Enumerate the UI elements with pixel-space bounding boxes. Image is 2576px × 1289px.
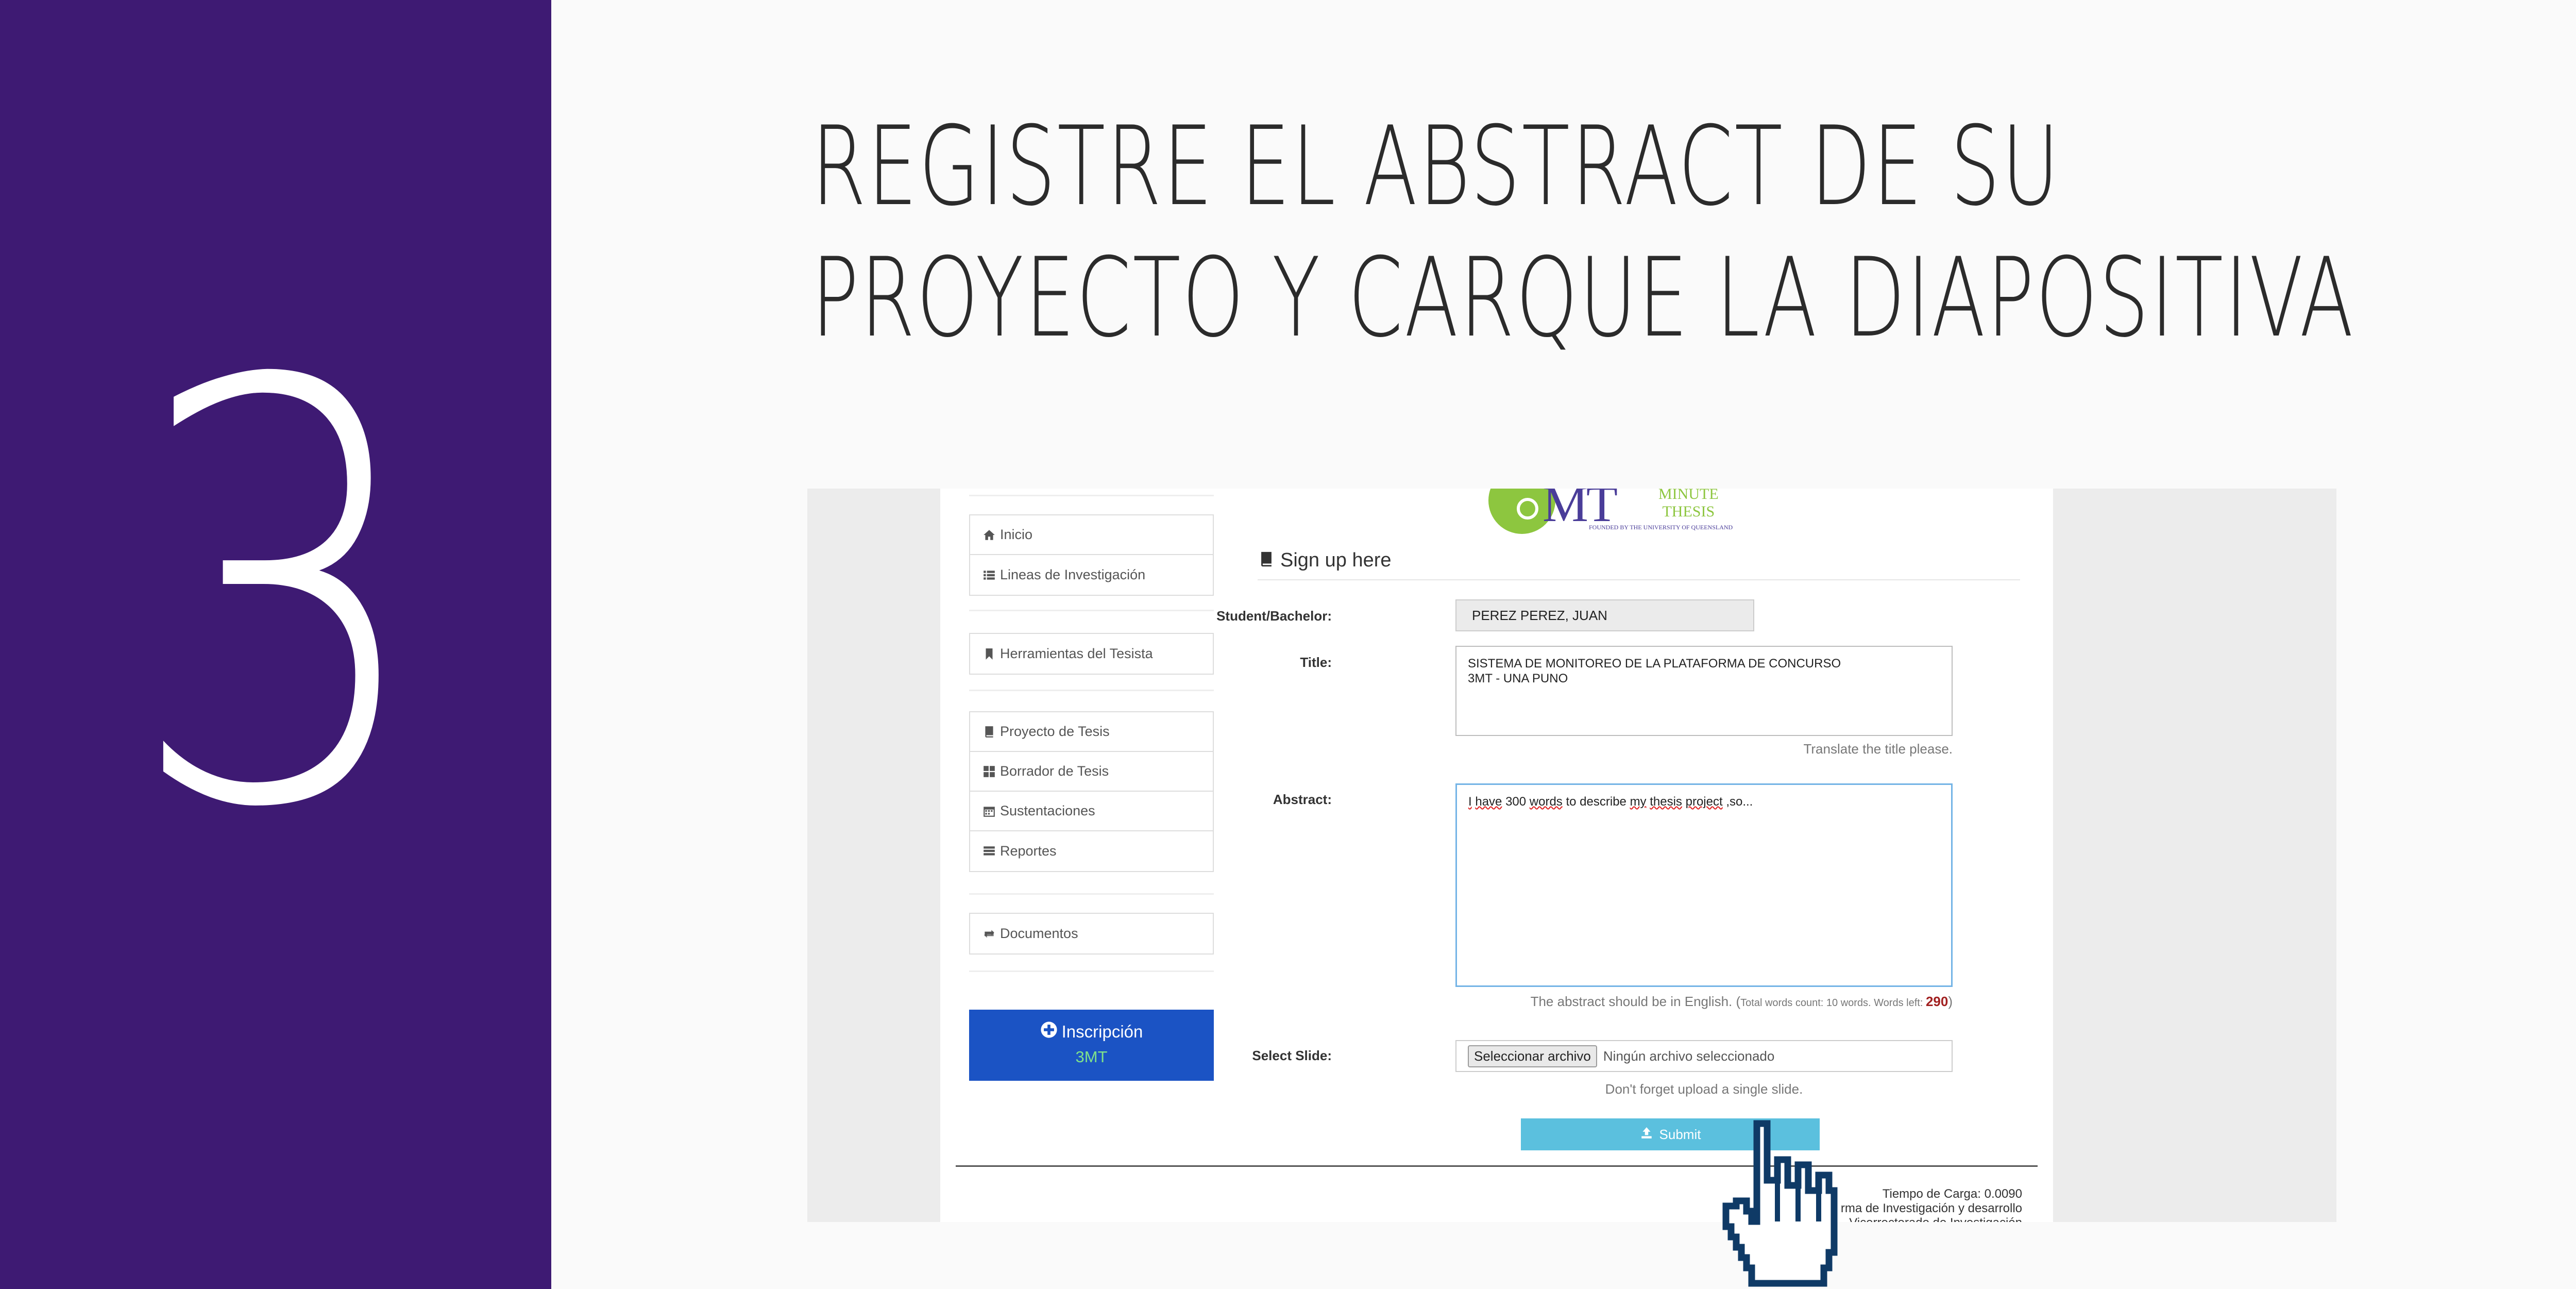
hand-pointer-icon [1716,1118,1850,1288]
form-heading: Sign up here [1258,549,2020,580]
abstract-word: have [1475,795,1502,809]
sidebar-divider [969,970,1214,972]
slide-hint: Don't forget upload a single slide. [1605,1081,1803,1097]
calendar-icon [982,805,998,818]
abstract-textarea[interactable]: I have 300 words to describe my thesis p… [1455,783,1953,987]
retweet-icon [982,927,998,941]
grid-icon [982,765,998,778]
title-hint: Translate the title please. [1803,741,1953,757]
abstract-word: I [1468,795,1472,809]
slide-title: REGISTRE EL ABSTRACT DE SU PROYECTO Y CA… [811,101,2355,363]
sidebar-divider [969,495,1214,496]
title-line-1: SISTEMA DE MONITOREO DE LA PLATAFORMA DE… [1468,657,1841,671]
abstract-hint: The abstract should be in English. (Tota… [1455,994,1953,1010]
home-icon [982,528,998,542]
plus-circle-icon [1040,1021,1058,1043]
words-left-count: 290 [1925,994,1948,1009]
sidebar-item-label: Reportes [1000,843,1057,859]
abstract-word: my [1630,795,1647,809]
upload-icon [1640,1126,1653,1143]
abstract-word: project [1685,795,1723,809]
abstract-word: thesis [1650,795,1682,809]
sidebar-item-lineas[interactable]: Lineas de Investigación [970,555,1213,595]
abstract-hint-close: ) [1948,994,1953,1009]
slide-title-line-2: PROYECTO Y CARQUE LA DIAPOSITIVA [811,234,2355,361]
bookmark-icon [982,647,998,661]
web-page: Inicio Lineas de Investigación Herramien… [940,489,2053,1222]
logo-thesis: THESIS [1662,503,1715,520]
sidebar-item-label: Sustentaciones [1000,803,1095,818]
step-number: 3 [127,262,428,934]
title-label: Title: [1300,655,1332,670]
sidebar-divider [969,690,1214,691]
abstract-word: ,so... [1726,795,1753,809]
submit-label: Submit [1659,1126,1701,1142]
student-field: PEREZ PEREZ, JUAN [1455,599,1754,631]
slide-label: Select Slide: [1252,1048,1332,1063]
sidebar-item-herramientas[interactable]: Herramientas del Tesista [970,634,1213,674]
form-heading-text: Sign up here [1280,549,1392,571]
sidebar-item-label: Borrador de Tesis [1000,763,1109,779]
embedded-screenshot: Inicio Lineas de Investigación Herramien… [807,489,2336,1222]
sidebar-item-sustentaciones[interactable]: Sustentaciones [970,792,1213,831]
3mt-logo: MT MINUTE THESIS FOUNDED BY THE UNIVERSI… [1488,489,1746,538]
book-icon [982,725,998,739]
sidebar-item-label: Proyecto de Tesis [1000,724,1110,739]
sidebar-item-documentos[interactable]: Documentos [970,914,1213,953]
inscripcion-heading: Inscripción [969,1021,1214,1043]
sidebar-item-label: Lineas de Investigación [1000,567,1146,582]
sidebar-item-label: Inicio [1000,527,1033,542]
abstract-hint-main: The abstract should be in English. ( [1530,994,1741,1009]
sidebar-item-inicio[interactable]: Inicio [970,515,1213,555]
book-icon [1258,549,1275,574]
title-line-2: 3MT - UNA PUNO [1468,672,1568,685]
abstract-word: 300 [1505,795,1527,809]
logo-minute: MINUTE [1658,489,1719,503]
file-status: Ningún archivo seleccionado [1603,1048,1775,1064]
footer-divider [956,1165,2038,1167]
sidebar-item-proyecto[interactable]: Proyecto de Tesis [970,712,1213,752]
list-icon [982,845,998,858]
abstract-word: words [1529,795,1563,809]
step-band: 3 [0,0,551,1289]
sidebar-item-label: Documentos [1000,926,1078,941]
abstract-label: Abstract: [1273,792,1332,807]
choose-file-button[interactable]: Seleccionar archivo [1468,1045,1597,1067]
nav-group-main: Inicio Lineas de Investigación [969,514,1214,596]
abstract-word: to [1566,795,1577,809]
sidebar-item-reportes[interactable]: Reportes [970,831,1213,871]
nav-group-docs: Documentos [969,913,1214,955]
sidebar-item-borrador[interactable]: Borrador de Tesis [970,752,1213,792]
logo-minute-thesis: MINUTE THESIS [1658,489,1719,521]
sidebar-divider [969,893,1214,895]
slide-file-input: Seleccionar archivo Ningún archivo selec… [1455,1040,1953,1072]
sidebar-item-label: Herramientas del Tesista [1000,646,1153,661]
inscripcion-3mt-button[interactable]: Inscripción 3MT [969,1010,1214,1081]
inscripcion-label: Inscripción [1061,1022,1143,1041]
list-icon [982,568,998,582]
logo-founded-text: FOUNDED BY THE UNIVERSITY OF QUEENSLAND [1589,524,1733,531]
word-count-text: Total words count: 10 words. Words left: [1740,997,1926,1009]
title-textarea[interactable]: SISTEMA DE MONITOREO DE LA PLATAFORMA DE… [1455,646,1953,736]
abstract-word: describe [1580,795,1626,809]
student-label: Student/Bachelor: [1216,608,1332,624]
slide-title-line-1: REGISTRE EL ABSTRACT DE SU [811,103,2061,230]
